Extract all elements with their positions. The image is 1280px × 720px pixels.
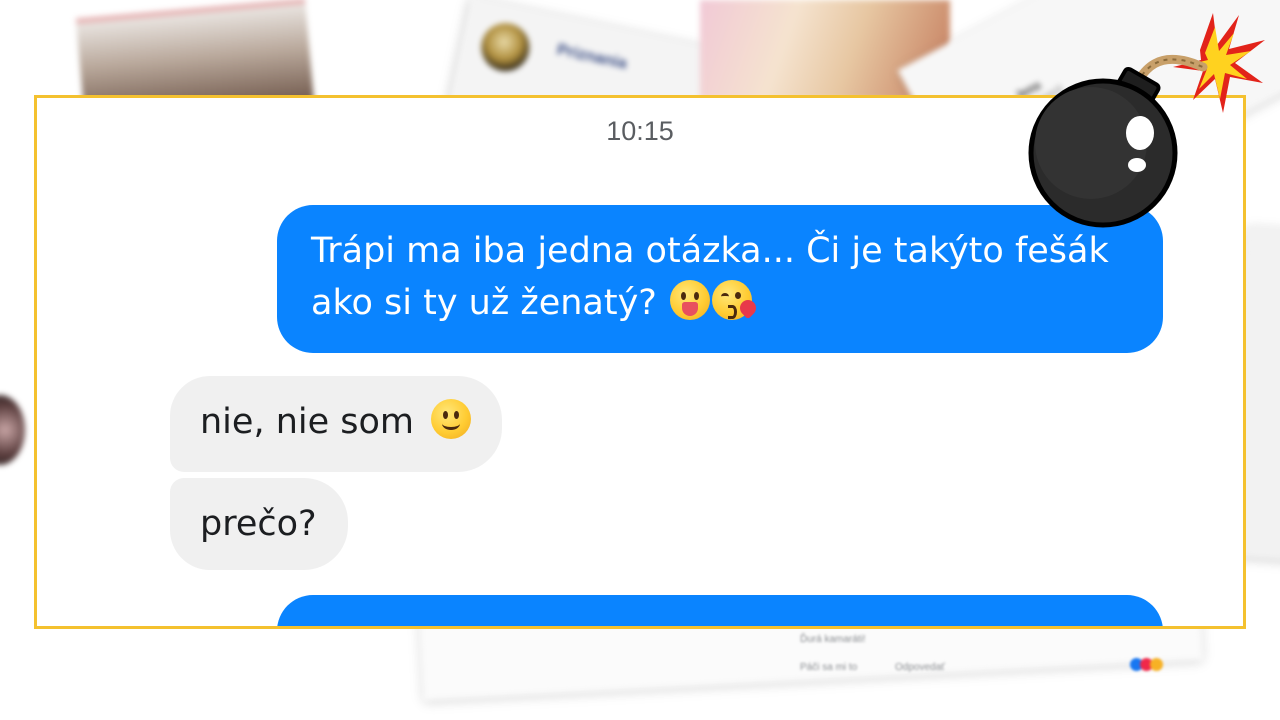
incoming-message-bubble: prečo? xyxy=(170,478,348,570)
background-post-avatar xyxy=(476,18,534,76)
smiling-face-emoji xyxy=(431,399,472,439)
kissing-face-emoji xyxy=(712,280,760,320)
background-post-name: Priznania xyxy=(555,41,629,73)
background-comment-reply: Odpovedať xyxy=(895,662,945,673)
background-comment-text: Ďurá kamaráti! xyxy=(800,634,866,645)
background-comment: Ďurá kamaráti! Páči sa mi to Odpovedať xyxy=(800,620,1200,680)
background-image-left-edge xyxy=(0,395,25,465)
message-text-line-1: Trápi ma iba jedna otázka... Či je takýt… xyxy=(311,231,1109,271)
background-comment-like: Páči sa mi to xyxy=(800,662,858,673)
message-text-line-2: ako si ty už ženatý? xyxy=(311,283,657,323)
incoming-message-bubble: nie, nie som xyxy=(170,376,502,472)
outgoing-message-bubble-partial xyxy=(277,595,1163,626)
tongue-face-emoji xyxy=(670,280,711,320)
message-text: nie, nie som xyxy=(200,402,414,442)
message-text: prečo? xyxy=(200,504,317,544)
reaction-icons xyxy=(1130,658,1180,672)
bomb-icon xyxy=(1028,13,1265,228)
